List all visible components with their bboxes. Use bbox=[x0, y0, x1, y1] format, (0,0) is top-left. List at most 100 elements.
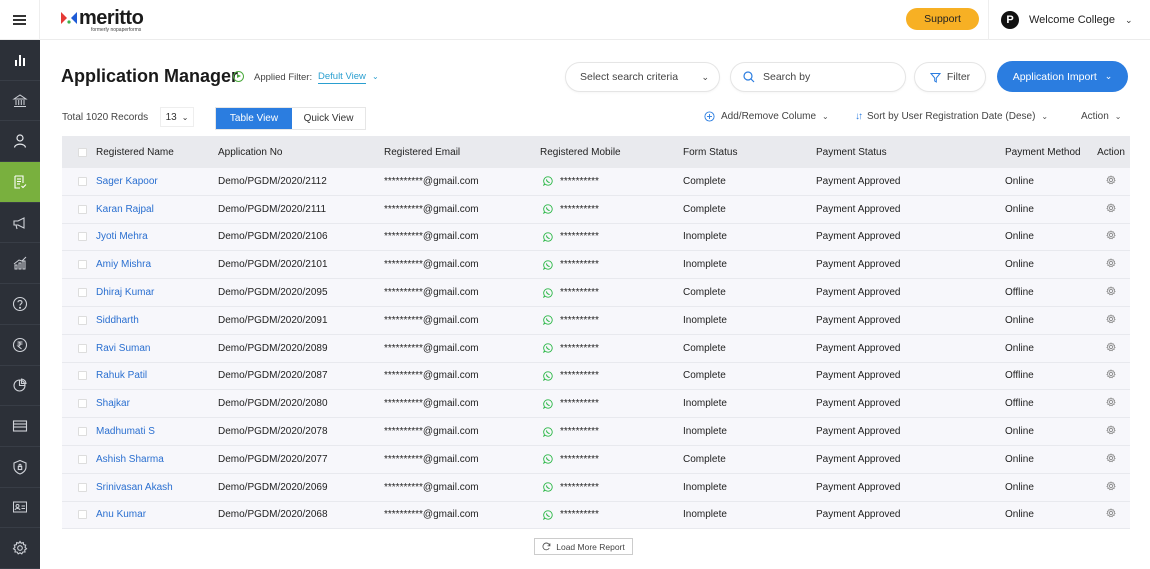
table-row[interactable]: Srinivasan Akash Demo/PGDM/2020/2069 *****… bbox=[62, 473, 1130, 502]
row-action-button[interactable] bbox=[1106, 508, 1116, 521]
sort-dropdown[interactable]: ↓↑ Sort by User Registration Date (Dese)… bbox=[855, 111, 1048, 122]
table-row[interactable]: Ashish Sharma Demo/PGDM/2020/2077 ********… bbox=[62, 445, 1130, 474]
whatsapp-icon[interactable] bbox=[543, 482, 553, 493]
registered-name-link[interactable]: Madhumati S bbox=[96, 426, 218, 437]
row-checkbox[interactable] bbox=[78, 427, 87, 437]
row-checkbox[interactable] bbox=[78, 315, 87, 325]
search-criteria-select[interactable]: Select search criteria ⌄ bbox=[565, 62, 720, 92]
row-checkbox[interactable] bbox=[78, 176, 87, 186]
whatsapp-icon[interactable] bbox=[543, 315, 553, 326]
menu-toggle-button[interactable] bbox=[0, 0, 40, 40]
sidebar-item-users[interactable] bbox=[0, 121, 40, 163]
column-header[interactable]: Registered Mobile bbox=[540, 147, 678, 158]
row-checkbox[interactable] bbox=[78, 482, 87, 492]
table-row[interactable]: Rahuk Patil Demo/PGDM/2020/2087 **********… bbox=[62, 362, 1130, 391]
registered-name-link[interactable]: Shajkar bbox=[96, 398, 218, 409]
whatsapp-icon[interactable] bbox=[543, 510, 553, 520]
add-remove-column-dropdown[interactable]: Add/Remove Colume ⌄ bbox=[704, 111, 829, 122]
row-action-button[interactable] bbox=[1106, 286, 1116, 299]
table-row[interactable]: Karan Rajpal Demo/PGDM/2020/2111 *********… bbox=[62, 195, 1130, 224]
row-checkbox[interactable] bbox=[78, 399, 87, 409]
row-action-button[interactable] bbox=[1106, 230, 1116, 243]
row-checkbox[interactable] bbox=[78, 260, 87, 270]
load-more-button[interactable]: Load More Report bbox=[534, 538, 633, 555]
filter-button[interactable]: Filter bbox=[914, 62, 986, 92]
whatsapp-icon[interactable] bbox=[543, 232, 553, 242]
row-checkbox[interactable] bbox=[78, 371, 87, 381]
sidebar-item-dashboard[interactable] bbox=[0, 40, 40, 81]
registered-name-link[interactable]: Amiy Mishra bbox=[96, 259, 218, 270]
whatsapp-icon[interactable] bbox=[543, 176, 553, 187]
row-checkbox[interactable] bbox=[78, 204, 87, 214]
page-size-select[interactable]: 13 ⌄ bbox=[160, 107, 194, 127]
table-row[interactable]: Dhiraj Kumar Demo/PGDM/2020/2095 *********… bbox=[62, 279, 1130, 307]
sidebar-item-campaigns[interactable] bbox=[0, 203, 40, 244]
search-box[interactable] bbox=[730, 62, 906, 92]
whatsapp-icon[interactable] bbox=[543, 343, 553, 354]
whatsapp-icon[interactable] bbox=[543, 426, 553, 437]
column-header[interactable]: Registered Name bbox=[96, 147, 218, 158]
registered-name-link[interactable]: Ravi Suman bbox=[96, 343, 218, 354]
whatsapp-icon[interactable] bbox=[543, 454, 553, 465]
applied-filter-dropdown[interactable]: Defult View bbox=[318, 71, 366, 84]
registered-name-link[interactable]: Ashish Sharma bbox=[96, 454, 218, 465]
table-row[interactable]: Anu Kumar Demo/PGDM/2020/2068 **********@g… bbox=[62, 501, 1130, 530]
registered-name-link[interactable]: Jyoti Mehra bbox=[96, 231, 218, 242]
application-import-button[interactable]: Application Import ⌄ bbox=[997, 61, 1128, 92]
sidebar-item-profile[interactable] bbox=[0, 488, 40, 529]
support-button[interactable]: Support bbox=[906, 8, 979, 30]
registered-name-link[interactable]: Dhiraj Kumar bbox=[96, 287, 218, 298]
table-row[interactable]: Madhumati S Demo/PGDM/2020/2078 **********… bbox=[62, 418, 1130, 446]
chevron-down-icon[interactable]: ⌄ bbox=[372, 72, 379, 81]
select-all-checkbox[interactable] bbox=[78, 147, 87, 157]
sidebar-item-help[interactable] bbox=[0, 284, 40, 325]
sidebar-item-applications[interactable] bbox=[0, 162, 40, 203]
whatsapp-icon[interactable] bbox=[543, 260, 553, 270]
column-header[interactable]: Application No bbox=[218, 147, 384, 158]
sidebar-item-settings[interactable] bbox=[0, 528, 40, 569]
row-action-button[interactable] bbox=[1106, 480, 1116, 494]
table-row[interactable]: Ravi Suman Demo/PGDM/2020/2089 **********@… bbox=[62, 334, 1130, 363]
row-action-button[interactable] bbox=[1106, 202, 1116, 216]
whatsapp-icon[interactable] bbox=[543, 371, 553, 381]
search-input[interactable] bbox=[763, 71, 883, 83]
column-header[interactable]: Payment Status bbox=[796, 147, 946, 158]
registered-name-link[interactable]: Sager Kapoor bbox=[96, 176, 218, 187]
column-header[interactable]: Form Status bbox=[678, 147, 796, 158]
sidebar-item-forms[interactable] bbox=[0, 406, 40, 447]
row-action-button[interactable] bbox=[1106, 369, 1116, 382]
logo[interactable]: meritto formerly nopaperforms bbox=[61, 8, 144, 33]
whatsapp-icon[interactable] bbox=[543, 287, 553, 298]
row-checkbox[interactable] bbox=[78, 454, 87, 464]
registered-name-link[interactable]: Srinivasan Akash bbox=[96, 482, 218, 493]
row-action-button[interactable] bbox=[1106, 314, 1116, 327]
row-action-button[interactable] bbox=[1106, 397, 1116, 410]
whatsapp-icon[interactable] bbox=[543, 399, 553, 409]
table-row[interactable]: Amiy Mishra Demo/PGDM/2020/2101 **********… bbox=[62, 251, 1130, 280]
tab-quick-view[interactable]: Quick View bbox=[292, 108, 365, 129]
row-action-button[interactable] bbox=[1106, 258, 1116, 271]
sidebar-item-security[interactable] bbox=[0, 447, 40, 488]
play-icon[interactable] bbox=[233, 71, 244, 82]
tab-table-view[interactable]: Table View bbox=[216, 108, 292, 129]
column-header[interactable]: Registered Email bbox=[384, 147, 540, 158]
sidebar-item-payments[interactable] bbox=[0, 325, 40, 366]
registered-name-link[interactable]: Rahuk Patil bbox=[96, 370, 218, 381]
registered-name-link[interactable]: Siddharth bbox=[96, 315, 218, 326]
sidebar-item-reports[interactable] bbox=[0, 243, 40, 285]
row-action-button[interactable] bbox=[1106, 453, 1116, 466]
table-row[interactable]: Shajkar Demo/PGDM/2020/2080 **********@gma… bbox=[62, 390, 1130, 419]
table-row[interactable]: Jyoti Mehra Demo/PGDM/2020/2106 **********… bbox=[62, 223, 1130, 252]
sidebar-item-institution[interactable] bbox=[0, 81, 40, 122]
registered-name-link[interactable]: Anu Kumar bbox=[96, 509, 218, 520]
row-action-button[interactable] bbox=[1106, 175, 1116, 188]
column-header[interactable]: Payment Method bbox=[946, 147, 1092, 158]
user-menu[interactable]: P Welcome College ⌄ bbox=[988, 0, 1150, 40]
row-checkbox[interactable] bbox=[78, 232, 87, 242]
row-action-button[interactable] bbox=[1106, 341, 1116, 355]
row-action-button[interactable] bbox=[1106, 425, 1116, 438]
registered-name-link[interactable]: Karan Rajpal bbox=[96, 204, 218, 215]
row-checkbox[interactable] bbox=[78, 288, 87, 298]
row-checkbox[interactable] bbox=[78, 343, 87, 353]
whatsapp-icon[interactable] bbox=[543, 204, 553, 215]
